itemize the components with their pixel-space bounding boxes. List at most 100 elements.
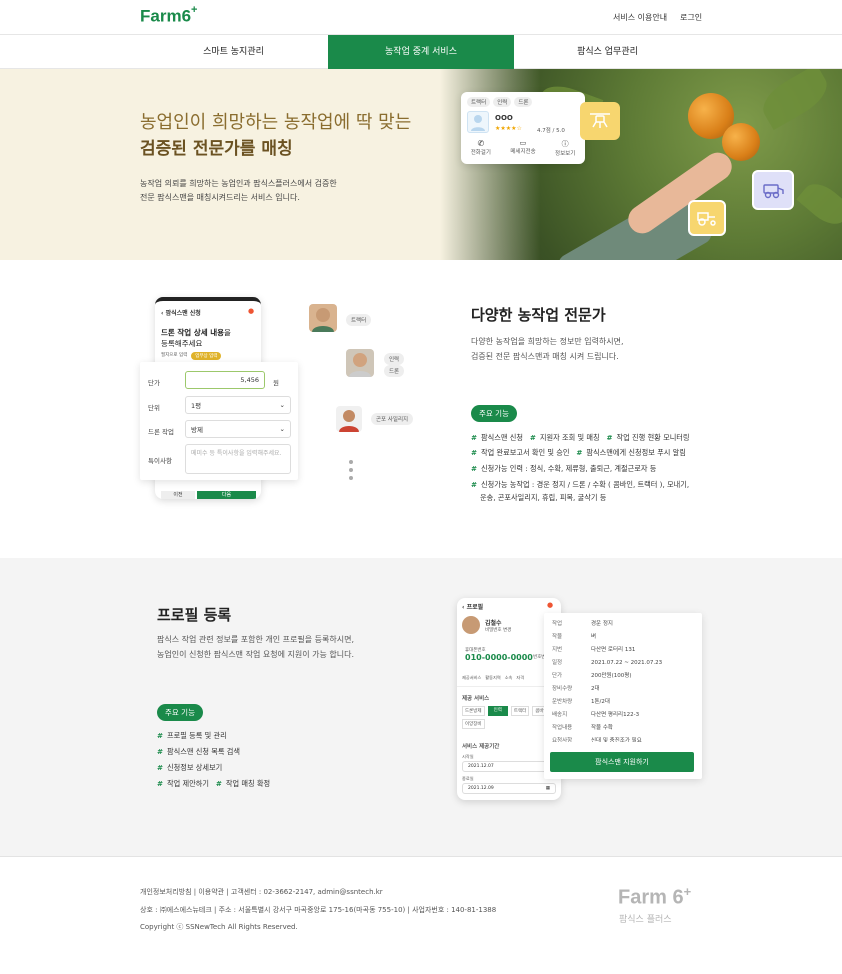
detail-value: 신대 및 충진조가 필요 xyxy=(591,738,642,742)
hero-title-strong: 검증된 전문가를 매칭 xyxy=(140,139,293,159)
footer-links[interactable]: 개인정보처리방침 | 이용약관 | 고객센터 : 02-3662-2147, a… xyxy=(140,887,383,897)
expert-name: OOO xyxy=(495,114,513,122)
end-date-input[interactable]: 2021.12.09 ▦ xyxy=(462,783,556,794)
detail-value: 다산면 로터리 131 xyxy=(591,647,636,653)
profile-name: 김철수 xyxy=(485,620,502,627)
chip[interactable]: 필지으로 입력 xyxy=(161,352,187,360)
feature-line-cont: 운송, 곤포사일리지, 휴립, 피복, 굴삭기 등 xyxy=(480,493,607,502)
prev-button[interactable]: 이전 xyxy=(161,491,195,499)
detail-value: 작물 수확 xyxy=(591,725,613,731)
dot xyxy=(349,468,353,472)
currency-unit: 원 xyxy=(273,379,279,387)
tab-agri-work-relay[interactable]: 농작업 중계 서비스 xyxy=(328,35,514,69)
copyright: Copyright ⓒ SSNewTech All Rights Reserve… xyxy=(140,923,298,931)
period-label: 서비스 제공기간 xyxy=(462,744,500,750)
key-features-pill: 주요 기능 xyxy=(157,704,203,721)
orange-fruit xyxy=(722,123,760,161)
next-button[interactable]: 다음 xyxy=(197,491,256,499)
tractor-icon xyxy=(688,200,726,236)
skill-tag: 드론 xyxy=(384,365,405,377)
detail-list: 작업 경운 정지작물 벼지번 다산면 로터리 131 일정 2021.07.22 ~ 20… xyxy=(552,618,696,742)
bell-icon[interactable]: ● xyxy=(248,307,254,315)
feature-line: # 신청가능 농작업 : 경운 정지 / 드론 / 수확 ( 콤바인, 트랙터 )… xyxy=(471,480,690,489)
feature-line: # 신청정보 상세보기 xyxy=(157,763,223,772)
start-date-input[interactable]: 2021.12.07 xyxy=(462,761,556,772)
detail-value: 2021.07.22 ~ 2021.07.23 xyxy=(591,660,663,666)
service-chip[interactable]: 드론방제 xyxy=(462,706,485,716)
chip-selected[interactable]: 업무상 입력 xyxy=(191,352,222,360)
unit-price-input[interactable]: 5,456 xyxy=(185,371,265,389)
bell-icon[interactable]: ● xyxy=(547,601,553,609)
notes-textarea[interactable]: 메미수 등 특이사항을 입력해주세요. xyxy=(185,444,291,474)
login-link[interactable]: 로그인 xyxy=(680,12,702,23)
brand-logo[interactable]: Farm6+ xyxy=(140,4,197,27)
avatar xyxy=(462,616,480,634)
calendar-icon: ▦ xyxy=(545,786,550,791)
section-desc: 팜식스 작업 관련 정보를 포함한 개인 프로필을 등록하시면, xyxy=(157,635,354,644)
expert-profile-card: 트랙터 인력 드론 OOO ★★★★☆ 4.7점 / 5.0 ✆ 전화걸기 ▭ 메세… xyxy=(461,92,585,164)
detail-key: 지번 xyxy=(552,647,563,653)
detail-row: 작업 경운 정지 xyxy=(552,618,696,631)
section-desc: 농업인이 신청한 팜식스맨 작업 요청에 지원이 가능 합니다. xyxy=(157,650,354,659)
detail-row: 지번 다산면 로터리 131 xyxy=(552,644,696,657)
detail-key: 작물 xyxy=(552,634,563,640)
detail-value: 200만원(100평) xyxy=(591,673,632,679)
skill-tag: 곤포 사일리지 xyxy=(371,413,414,425)
end-label: 종료일 xyxy=(462,776,474,781)
detail-key: 단가 xyxy=(552,673,563,679)
form-label: 단가 xyxy=(148,379,160,387)
apply-farm6man-button[interactable]: 팜식스맨 지원하기 xyxy=(550,752,694,772)
unit-select[interactable]: 1평 ⌄ xyxy=(185,396,291,414)
detail-row: 작물 벼 xyxy=(552,631,696,644)
info-button[interactable]: ⓘ 정보보기 xyxy=(555,139,575,157)
job-detail-card: 작업 경운 정지작물 벼지번 다산면 로터리 131 일정 2021.07.22 ~ 20… xyxy=(544,613,702,779)
tab-license[interactable]: 자격 xyxy=(516,675,524,686)
tab-farm6-business[interactable]: 팜식스 업무관리 xyxy=(514,35,701,69)
chevron-down-icon: ⌄ xyxy=(279,401,285,409)
info-icon: ⓘ xyxy=(561,140,569,148)
tab-smart-farm[interactable]: 스마트 농지관리 xyxy=(140,35,327,69)
detail-value: 벼 xyxy=(591,634,597,640)
tab-services[interactable]: 제공서비스 xyxy=(462,675,481,686)
detail-key: 작업 xyxy=(552,621,563,627)
chevron-down-icon: ⌄ xyxy=(279,425,285,433)
phone-icon: ✆ xyxy=(477,139,485,148)
footer-logo: Farm 6+ xyxy=(618,884,692,909)
message-button[interactable]: ▭ 메세지전송 xyxy=(510,139,535,157)
rating-text: 4.7점 / 5.0 xyxy=(537,128,565,134)
change-password-link[interactable]: 비밀번호 변경 xyxy=(485,627,511,633)
footer-logo-sub: 팜식스 플러스 xyxy=(619,915,672,925)
form-label: 드론 작업 xyxy=(148,428,174,436)
service-guide-link[interactable]: 서비스 이용안내 xyxy=(613,12,667,23)
rating-stars: ★★★★☆ xyxy=(495,125,522,132)
feature-line: # 신청가능 인력 : 정식, 수확, 제류형, 출퇴근, 계절근로자 등 xyxy=(471,464,657,473)
avatar xyxy=(346,349,374,377)
detail-row: 배송지 다산면 평리리122-3 xyxy=(552,709,696,722)
form-label: 특이사항 xyxy=(148,457,172,465)
phone-heading: 드론 작업 상세 내용을 등록해주세요 xyxy=(161,328,231,348)
detail-row: 장비수량 2대 xyxy=(552,683,696,696)
service-chip-selected[interactable]: 인력 xyxy=(487,706,508,716)
request-form-card: 단가 5,456 원 단위 1평 ⌄ 드론 작업 방제 ⌄ 특이사항 메미수 등 특… xyxy=(140,362,298,480)
drone-work-select[interactable]: 방제 ⌄ xyxy=(185,420,291,438)
service-chip[interactable]: 이앙장비 xyxy=(462,719,485,729)
hero-desc: 전문 팜식스맨을 매칭시켜드리는 서비스 입니다. xyxy=(140,193,300,202)
phone-header: ‹ 프로필 xyxy=(462,604,484,611)
section-title: 프로필 등록 xyxy=(157,606,232,624)
hero-desc: 농작업 의뢰를 희망하는 농업인과 팜식스플러스에서 검증한 xyxy=(140,179,337,188)
feature-line: # 프로필 등록 및 관리 xyxy=(157,731,227,740)
detail-key: 일정 xyxy=(552,660,563,666)
footer xyxy=(0,856,842,974)
detail-row: 단가 200만원(100평) xyxy=(552,670,696,683)
detail-row: 요청사항 신대 및 충진조가 필요 xyxy=(552,735,696,742)
avatar-placeholder-icon xyxy=(467,111,489,133)
tab-area[interactable]: 활동지역 xyxy=(485,675,500,686)
service-chip[interactable]: 트랙터 xyxy=(510,706,530,716)
services-label: 제공 서비스 xyxy=(462,696,490,702)
harvester-icon xyxy=(752,170,794,210)
dot xyxy=(349,460,353,464)
card-tag: 트랙터 xyxy=(467,97,491,107)
call-button[interactable]: ✆ 전화걸기 xyxy=(471,139,491,157)
detail-value: 다산면 평리리122-3 xyxy=(591,712,640,718)
tab-affiliation[interactable]: 소속 xyxy=(505,675,513,686)
